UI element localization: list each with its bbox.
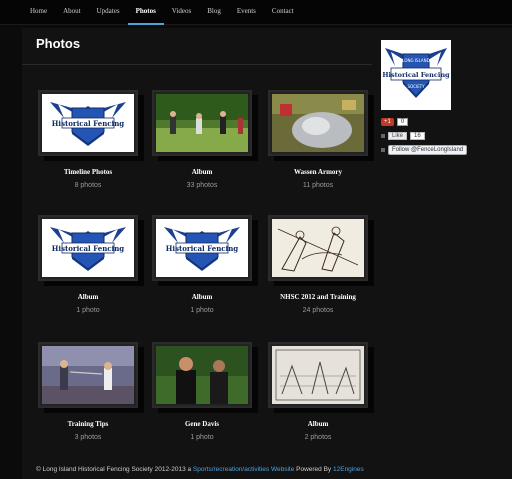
nav-events[interactable]: Events <box>229 0 264 23</box>
nav-photos[interactable]: Photos <box>127 0 164 25</box>
main-nav: Home About Updates Photos Videos Blog Ev… <box>22 0 302 25</box>
album-title[interactable]: Album <box>147 168 257 176</box>
bullet-icon <box>381 148 385 152</box>
society-logo-image: Historical Fencing <box>156 219 248 277</box>
top-navigation-bar: Home About Updates Photos Videos Blog Ev… <box>0 0 512 25</box>
album-title[interactable]: Training Tips <box>33 420 143 428</box>
woodcut-sketch-image <box>272 219 364 277</box>
footer: © Long Island Historical Fencing Society… <box>36 466 364 473</box>
album-title[interactable]: Wassen Armory <box>263 168 373 176</box>
album-photo-count: 3 photos <box>74 434 102 441</box>
album-thumbnail[interactable]: Historical Fencing <box>38 215 138 281</box>
training-photo <box>42 346 134 404</box>
society-logo-image: Historical Fencing <box>42 219 134 277</box>
album-card: Historical Fencing Album 1 photo <box>147 215 257 314</box>
album-photo-count: 2 photos <box>304 434 332 441</box>
album-thumbnail[interactable]: Historical Fencing <box>152 215 252 281</box>
footer-category-link[interactable]: Sports/recreation/activities Website <box>193 466 294 473</box>
footer-engine-link[interactable]: 12Engines <box>333 466 364 473</box>
google-plus-share: +1 0 <box>381 118 409 126</box>
nav-home[interactable]: Home <box>22 0 55 23</box>
portrait-photo <box>156 346 248 404</box>
society-logo-image: Historical Fencing <box>42 94 134 152</box>
album-thumbnail[interactable] <box>268 90 368 156</box>
outdoor-fencing-photo <box>156 94 248 152</box>
google-plus-count: 0 <box>396 118 409 126</box>
album-photo-count: 33 photos <box>186 182 218 189</box>
album-thumbnail[interactable] <box>152 90 252 156</box>
facebook-like: Like 16 <box>381 132 425 140</box>
nav-videos[interactable]: Videos <box>164 0 199 23</box>
google-plus-button[interactable]: +1 <box>381 118 394 126</box>
engraving-image <box>272 346 364 404</box>
album-card: Historical Fencing Album 1 photo <box>33 215 143 314</box>
album-title[interactable]: Album <box>263 420 373 428</box>
svg-text:Historical Fencing: Historical Fencing <box>52 244 124 253</box>
like-count: 16 <box>410 132 425 140</box>
armor-photo <box>272 94 364 152</box>
album-title[interactable]: NHSC 2012 and Training <box>263 293 373 301</box>
album-card: Training Tips 3 photos <box>33 342 143 441</box>
album-card: Album 2 photos <box>263 342 373 441</box>
twitter-follow: Follow @FenceLongIsland <box>381 145 468 155</box>
album-photo-count: 8 photos <box>74 182 102 189</box>
album-card: Historical Fencing Timeline Photos 8 pho… <box>33 90 143 189</box>
album-card: Gene Davis 1 photo <box>147 342 257 441</box>
album-title[interactable]: Album <box>33 293 143 301</box>
logo-bottom-text: SOCIETY <box>407 84 425 89</box>
album-card: NHSC 2012 and Training 24 photos <box>263 215 373 314</box>
album-card: Wassen Armory 11 photos <box>263 90 373 189</box>
footer-powered-by: Powered By <box>294 466 333 473</box>
twitter-follow-button[interactable]: Follow @FenceLongIsland <box>388 145 468 155</box>
nav-contact[interactable]: Contact <box>264 0 302 23</box>
bullet-icon <box>381 134 385 138</box>
album-title[interactable]: Timeline Photos <box>33 168 143 176</box>
logo-main-text: Historical Fencing <box>382 71 450 79</box>
nav-updates[interactable]: Updates <box>89 0 128 23</box>
album-title[interactable]: Gene Davis <box>147 420 257 428</box>
album-photo-count: 1 photo <box>190 434 214 441</box>
nav-blog[interactable]: Blog <box>199 0 229 23</box>
album-photo-count: 1 photo <box>190 307 214 314</box>
album-title[interactable]: Album <box>147 293 257 301</box>
album-photo-count: 1 photo <box>76 307 100 314</box>
album-photo-count: 11 photos <box>302 182 334 189</box>
album-photo-count: 24 photos <box>302 307 334 314</box>
album-thumbnail[interactable] <box>38 342 138 408</box>
svg-text:Historical Fencing: Historical Fencing <box>166 244 238 253</box>
album-thumbnail[interactable] <box>152 342 252 408</box>
like-button[interactable]: Like <box>388 132 408 140</box>
album-thumbnail[interactable] <box>268 342 368 408</box>
album-thumbnail[interactable]: Historical Fencing <box>38 90 138 156</box>
svg-text:Historical Fencing: Historical Fencing <box>52 119 124 128</box>
album-card: Album 33 photos <box>147 90 257 189</box>
album-thumbnail[interactable] <box>268 215 368 281</box>
logo-top-text: LONG ISLAND <box>402 58 429 63</box>
page-title: Photos <box>36 36 81 51</box>
title-divider <box>22 64 372 65</box>
footer-copyright: © Long Island Historical Fencing Society… <box>36 466 193 473</box>
society-logo[interactable]: LONG ISLAND Historical Fencing SOCIETY <box>381 40 451 110</box>
nav-about[interactable]: About <box>55 0 89 23</box>
